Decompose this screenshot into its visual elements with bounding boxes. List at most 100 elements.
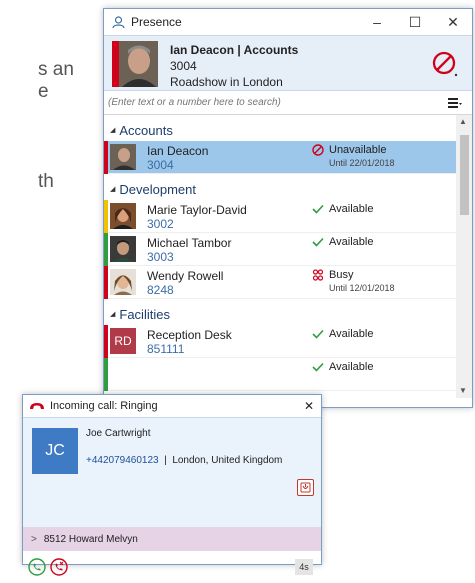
collapse-triangle-icon: ◢ <box>110 127 116 134</box>
transfer-name: Howard Melvyn <box>68 533 138 545</box>
status-label: Available <box>329 328 374 340</box>
contact-extension[interactable]: 3004 <box>147 158 174 172</box>
contact-name: Michael Tambor <box>147 236 232 250</box>
caller-location: London, United Kingdom <box>172 455 283 466</box>
background-text-2: e <box>38 81 49 102</box>
my-location: Roadshow in London <box>170 75 283 89</box>
maximize-button[interactable]: ☐ <box>396 14 434 31</box>
contact-list: ▲ ▼ ◢ Accounts Ian Deacon 3004 Unavailab… <box>104 115 472 398</box>
chevron-right-icon: > <box>31 533 37 545</box>
status-label: Available <box>329 361 374 373</box>
scrollbar-thumb[interactable] <box>460 135 469 215</box>
status-stripe <box>104 141 108 174</box>
answer-button[interactable] <box>28 558 46 576</box>
checkmark-icon <box>312 203 325 215</box>
phone-hangup-icon <box>29 402 45 411</box>
status-stripe <box>104 358 108 391</box>
call-title-bar[interactable]: Incoming call: Ringing ✕ <box>23 395 321 417</box>
contact-row-ian-deacon[interactable]: Ian Deacon 3004 Unavailable Until 22/01/… <box>104 141 456 174</box>
call-controls: 4s <box>23 551 321 583</box>
presence-title: Presence <box>131 15 182 29</box>
call-action-icon[interactable] <box>297 479 314 496</box>
contact-row-michael-tambor[interactable]: Michael Tambor 3003 Available <box>104 233 456 266</box>
status-stripe <box>104 325 108 358</box>
status-label: Available <box>329 236 374 248</box>
scrollbar[interactable]: ▲ ▼ <box>456 115 472 398</box>
status-label: Busy <box>329 269 354 281</box>
minimize-button[interactable]: – <box>358 14 396 30</box>
caller-avatar: JC <box>32 428 78 474</box>
checkmark-icon <box>312 236 325 248</box>
group-label: Accounts <box>119 122 173 138</box>
status-until: Until 22/01/2018 <box>329 158 395 168</box>
presence-window: Presence – ☐ ✕ Ian Deacon | Accounts 300… <box>103 8 473 408</box>
status-label: Available <box>329 203 374 215</box>
contact-row-partial[interactable]: Available <box>104 358 456 391</box>
call-title: Incoming call: Ringing <box>50 400 158 412</box>
collapse-triangle-icon: ◢ <box>110 311 116 318</box>
background-text-1: s an <box>38 59 74 80</box>
busy-icon <box>312 269 325 281</box>
transfer-row[interactable]: > 8512 Howard Melvyn <box>23 527 321 551</box>
group-header-facilities[interactable]: ◢ Facilities <box>104 303 472 325</box>
transfer-extension: 8512 <box>43 533 67 545</box>
contact-status: Available <box>312 236 373 248</box>
contact-extension[interactable]: 8248 <box>147 283 174 297</box>
contact-name: Ian Deacon <box>147 144 209 158</box>
background-text-3: th <box>38 171 54 192</box>
contact-row-marie-taylor-david[interactable]: Marie Taylor-David 3002 Available <box>104 200 456 233</box>
contact-status: Unavailable <box>312 144 386 156</box>
my-status-header: Ian Deacon | Accounts 3004 Roadshow in L… <box>104 35 472 91</box>
my-name: Ian Deacon | Accounts <box>170 43 299 57</box>
contact-status: Busy <box>312 269 353 281</box>
scroll-down-icon[interactable]: ▼ <box>459 386 467 395</box>
presence-title-bar[interactable]: Presence – ☐ ✕ <box>104 9 472 35</box>
menu-icon[interactable] <box>448 97 462 111</box>
caller-info-panel: JC Joe Cartwright +442079460123 | London… <box>23 417 321 509</box>
status-stripe <box>104 200 108 233</box>
contact-extension[interactable]: 3002 <box>147 217 174 231</box>
checkmark-icon <box>312 328 325 340</box>
avatar <box>110 269 136 295</box>
caller-number-line: +442079460123 | London, United Kingdom <box>86 455 282 466</box>
contact-name: Wendy Rowell <box>147 269 224 283</box>
contact-status: Available <box>312 361 373 373</box>
reject-button[interactable] <box>50 558 68 576</box>
contact-extension[interactable]: 851111 <box>147 342 184 356</box>
avatar <box>110 236 136 262</box>
group-header-development[interactable]: ◢ Development <box>104 178 472 200</box>
status-stripe <box>104 266 108 299</box>
avatar-initials: RD <box>110 328 136 354</box>
status-stripe <box>104 233 108 266</box>
contact-row-wendy-rowell[interactable]: Wendy Rowell 8248 Busy Until 12/01/2018 <box>104 266 456 299</box>
contact-name: Reception Desk <box>147 328 232 342</box>
scroll-up-icon[interactable]: ▲ <box>459 117 467 126</box>
contact-status: Available <box>312 203 373 215</box>
caller-name: Joe Cartwright <box>86 428 151 439</box>
group-header-accounts[interactable]: ◢ Accounts <box>104 119 472 141</box>
unavailable-status-icon[interactable] <box>432 51 458 82</box>
call-close-button[interactable]: ✕ <box>297 399 321 413</box>
group-label: Development <box>119 181 196 197</box>
status-until: Until 12/01/2018 <box>329 283 395 293</box>
contact-name: Marie Taylor-David <box>147 203 247 217</box>
search-input[interactable] <box>108 97 408 108</box>
avatar <box>110 144 136 170</box>
contact-status: Available <box>312 328 373 340</box>
call-timer: 4s <box>295 559 313 575</box>
avatar <box>110 203 136 229</box>
person-icon <box>112 15 126 29</box>
contact-extension[interactable]: 3003 <box>147 250 174 264</box>
close-button[interactable]: ✕ <box>434 14 472 31</box>
panel-spacer <box>23 509 321 527</box>
search-bar <box>104 91 472 115</box>
collapse-triangle-icon: ◢ <box>110 186 116 193</box>
caller-number[interactable]: +442079460123 <box>86 455 159 466</box>
status-label: Unavailable <box>329 144 387 156</box>
unavailable-icon <box>312 144 325 156</box>
contact-row-reception-desk[interactable]: RD Reception Desk 851111 Available <box>104 325 456 358</box>
my-avatar[interactable] <box>112 41 158 87</box>
separator: | <box>164 455 167 466</box>
group-label: Facilities <box>119 306 170 322</box>
my-extension: 3004 <box>170 59 197 73</box>
